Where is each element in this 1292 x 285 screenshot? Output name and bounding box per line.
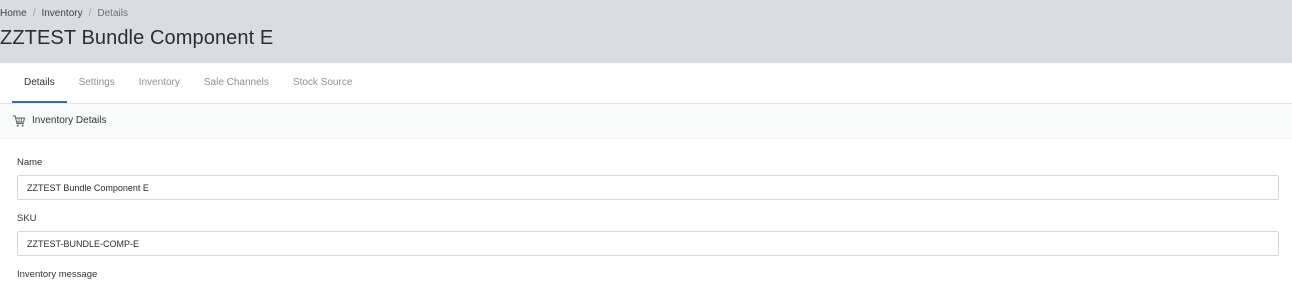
tab-settings[interactable]: Settings xyxy=(67,63,127,103)
cart-icon xyxy=(12,115,26,127)
breadcrumb: Home / Inventory / Details xyxy=(0,8,128,19)
tab-stock-source[interactable]: Stock Source xyxy=(281,63,364,103)
section-title: Inventory Details xyxy=(32,115,107,126)
section-header xyxy=(0,104,1292,139)
tab-bar: Details Settings Inventory Sale Channels… xyxy=(12,63,364,103)
sku-field[interactable] xyxy=(17,231,1279,256)
tab-inventory[interactable]: Inventory xyxy=(127,63,192,103)
sku-label: SKU xyxy=(17,213,37,224)
breadcrumb-separator: / xyxy=(32,8,36,19)
breadcrumb-home-link[interactable]: Home xyxy=(0,8,27,19)
tab-sale-channels[interactable]: Sale Channels xyxy=(192,63,281,103)
name-label: Name xyxy=(17,157,43,168)
breadcrumb-inventory-link[interactable]: Inventory xyxy=(41,8,82,19)
breadcrumb-separator: / xyxy=(88,8,92,19)
tab-details[interactable]: Details xyxy=(12,63,67,103)
inventory-message-label: Inventory message xyxy=(17,269,98,280)
page-title: ZZTEST Bundle Component E xyxy=(0,27,274,49)
breadcrumb-current: Details xyxy=(97,8,128,19)
name-field[interactable] xyxy=(17,175,1279,200)
